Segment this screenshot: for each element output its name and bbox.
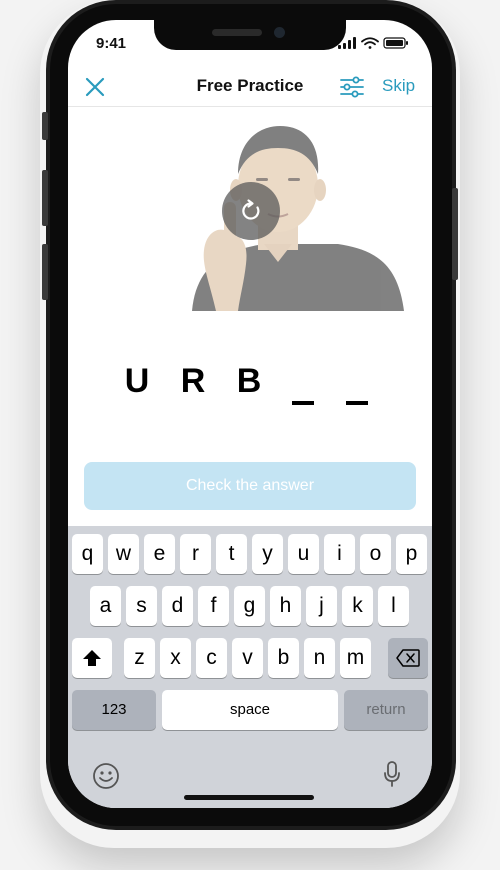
- notch: [154, 20, 346, 50]
- front-camera: [274, 27, 285, 38]
- key-l[interactable]: l: [378, 586, 409, 626]
- answer-letter: U: [124, 362, 150, 400]
- key-x[interactable]: x: [160, 638, 191, 678]
- power-button: [452, 188, 458, 280]
- return-key[interactable]: return: [344, 690, 428, 730]
- check-answer-button[interactable]: Check the answer: [84, 462, 416, 510]
- key-z[interactable]: z: [124, 638, 155, 678]
- key-m[interactable]: m: [340, 638, 371, 678]
- key-h[interactable]: h: [270, 586, 301, 626]
- skip-button[interactable]: Skip: [382, 76, 415, 96]
- replay-icon: [242, 199, 260, 220]
- key-d[interactable]: d: [162, 586, 193, 626]
- shift-key[interactable]: [72, 638, 112, 678]
- page-title: Free Practice: [196, 76, 304, 95]
- volume-up-button: [42, 170, 48, 226]
- key-c[interactable]: c: [196, 638, 227, 678]
- key-i[interactable]: i: [324, 534, 355, 574]
- speaker-grille: [212, 29, 262, 36]
- wifi-icon: [361, 37, 379, 49]
- key-t[interactable]: t: [216, 534, 247, 574]
- key-f[interactable]: f: [198, 586, 229, 626]
- sliders-icon[interactable]: [340, 74, 364, 100]
- answer-blank: [292, 401, 314, 405]
- key-q[interactable]: q: [72, 534, 103, 574]
- signal-icon: [338, 37, 356, 49]
- status-time: 9:41: [96, 35, 127, 52]
- answer-letter: R: [180, 362, 206, 400]
- status-icons: [338, 37, 408, 49]
- key-a[interactable]: a: [90, 586, 121, 626]
- key-r[interactable]: r: [180, 534, 211, 574]
- volume-down-button: [42, 244, 48, 300]
- numbers-key[interactable]: 123: [72, 690, 156, 730]
- key-e[interactable]: e: [144, 534, 175, 574]
- keyboard: q w e r t y u i o p a s d f g h j k l z …: [68, 526, 432, 808]
- answer-blank: [346, 401, 368, 405]
- key-n[interactable]: n: [304, 638, 335, 678]
- header-divider: [68, 106, 432, 107]
- replay-button[interactable]: [222, 182, 280, 240]
- answer-letter: B: [236, 362, 262, 400]
- key-y[interactable]: y: [252, 534, 283, 574]
- battery-icon: [383, 37, 408, 49]
- shift-icon: [83, 650, 101, 666]
- key-v[interactable]: v: [232, 638, 263, 678]
- app-screen: 9:41 Free Practice Skip U R B Check the …: [68, 20, 432, 808]
- key-o[interactable]: o: [360, 534, 391, 574]
- space-key[interactable]: space: [162, 690, 338, 730]
- backspace-icon: [396, 649, 420, 667]
- key-s[interactable]: s: [126, 586, 157, 626]
- backspace-key[interactable]: [388, 638, 428, 678]
- key-w[interactable]: w: [108, 534, 139, 574]
- microphone-icon[interactable]: [382, 760, 402, 788]
- mute-switch: [42, 112, 48, 140]
- home-indicator[interactable]: [184, 795, 314, 800]
- key-g[interactable]: g: [234, 586, 265, 626]
- emoji-icon[interactable]: [92, 762, 120, 790]
- key-k[interactable]: k: [342, 586, 373, 626]
- app-header: Free Practice Skip: [68, 70, 432, 106]
- key-p[interactable]: p: [396, 534, 427, 574]
- answer-display: U R B: [120, 362, 380, 412]
- key-u[interactable]: u: [288, 534, 319, 574]
- key-b[interactable]: b: [268, 638, 299, 678]
- key-j[interactable]: j: [306, 586, 337, 626]
